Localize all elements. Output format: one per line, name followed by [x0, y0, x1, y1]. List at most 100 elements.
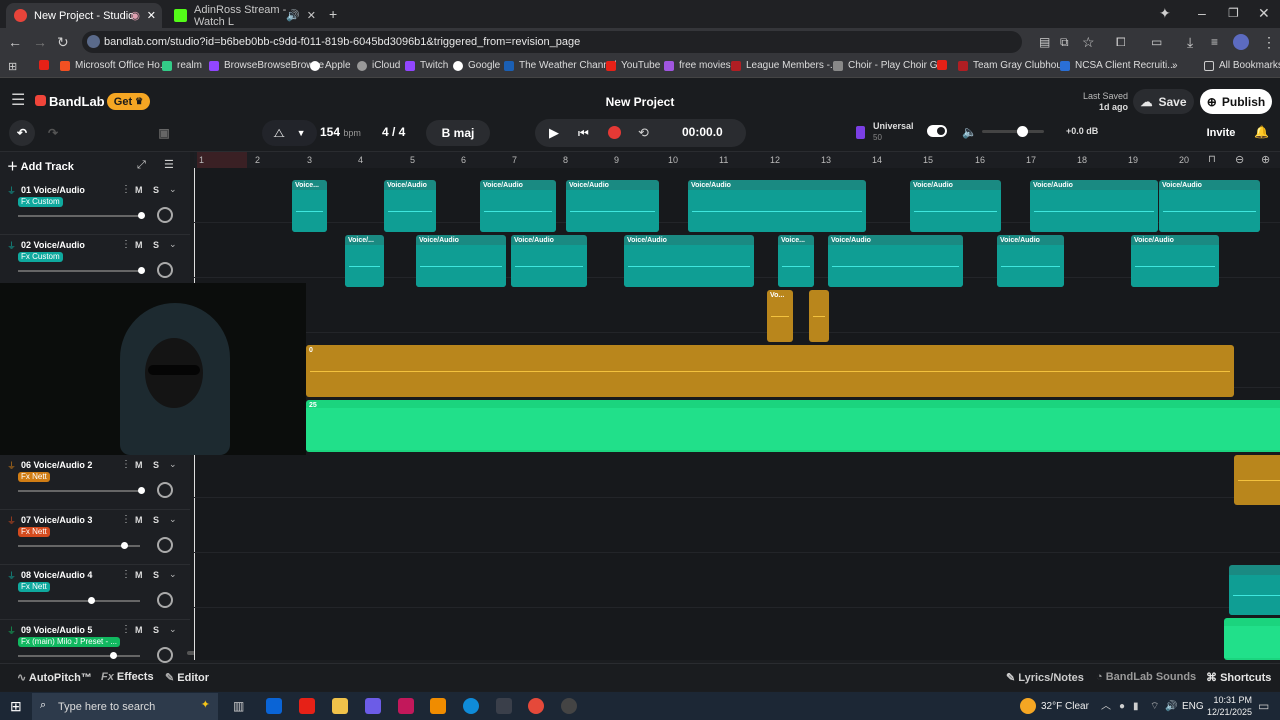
track-options-icon[interactable]: ⋮ [121, 239, 131, 250]
menu-dots-icon[interactable]: ⋮ [1262, 35, 1276, 49]
store-icon[interactable] [496, 698, 512, 714]
fx-badge[interactable]: Fx Nett [18, 527, 50, 537]
more-bookmarks-icon[interactable]: » [1172, 60, 1178, 71]
track-options-icon[interactable]: ⋮ [121, 569, 131, 580]
mute-button[interactable]: M [135, 625, 143, 635]
volume-icon[interactable]: 🔊 [1165, 700, 1177, 714]
zoom-fit-icon[interactable]: ⊓ [1208, 154, 1216, 165]
track-options-icon[interactable]: ⋮ [121, 184, 131, 195]
track-options-icon[interactable]: ⋮ [121, 514, 131, 525]
office-app-icon[interactable] [398, 698, 414, 714]
track-name[interactable]: 07 Voice/Audio 3 [21, 515, 92, 525]
forward-icon[interactable]: → [33, 35, 47, 49]
get-button[interactable]: Get ♛ [107, 93, 150, 110]
bookmark-item[interactable]: Twitch [405, 60, 448, 71]
fx-badge[interactable]: Fx Nett [18, 472, 50, 482]
url-bar[interactable]: bandlab.com/studio?id=b6beb0bb-c9dd-f011… [82, 31, 1022, 53]
download-icon[interactable]: ⤓ [1187, 35, 1193, 49]
camera-icon[interactable]: ▮ [1133, 700, 1139, 714]
pan-knob[interactable] [157, 262, 173, 278]
editor-button[interactable]: ✎ Editor [165, 671, 209, 684]
tray-chevron-icon[interactable]: ︿ [1101, 700, 1111, 714]
app-icon[interactable] [561, 698, 577, 714]
slider-knob[interactable] [121, 542, 128, 549]
audio-clip[interactable]: Voice... [778, 235, 814, 287]
audio-clip[interactable] [1224, 618, 1280, 660]
edge-icon[interactable] [463, 698, 479, 714]
track-name[interactable]: 02 Voice/Audio [21, 240, 85, 250]
track-name[interactable]: 06 Voice/Audio 2 [21, 460, 92, 470]
audio-clip[interactable]: Voice/Audio [828, 235, 963, 287]
bookmark-item[interactable]: free movies [664, 60, 731, 71]
mute-button[interactable]: M [135, 515, 143, 525]
audio-clip[interactable]: 25 [306, 400, 1280, 452]
windows-start-icon[interactable]: ⊞ [10, 699, 22, 713]
audio-clip[interactable]: 0 [306, 345, 1234, 397]
bookmark-item[interactable]: Apple [310, 60, 351, 71]
slider-knob[interactable] [110, 652, 117, 659]
youtube-app-icon[interactable] [299, 698, 315, 714]
mute-button[interactable]: M [135, 460, 143, 470]
add-track-button[interactable]: ＋ Add Track [7, 158, 74, 174]
audio-clip[interactable]: Voice/Audio [384, 180, 436, 232]
audio-clip[interactable]: Voice/Audio [1131, 235, 1219, 287]
vlc-icon[interactable] [430, 698, 446, 714]
new-tab-icon[interactable]: + [329, 7, 337, 21]
tab-studio[interactable]: New Project - Studio ◉ ✕ [6, 3, 162, 28]
loop-icon[interactable]: ⟲ [638, 126, 649, 140]
mute-speaker-icon[interactable]: 🔈 [962, 125, 977, 139]
solo-button[interactable]: S [153, 240, 159, 250]
track-volume-slider[interactable] [18, 487, 145, 494]
track-lane[interactable] [194, 553, 1280, 608]
maximize-icon[interactable]: ❐ [1228, 6, 1239, 20]
track-settings-icon[interactable]: ☰ [164, 158, 174, 172]
wifi-icon[interactable]: ⌔ [1150, 700, 1159, 714]
tab-adinross[interactable]: AdinRoss Stream - Watch L 🔊 ✕ [166, 3, 322, 28]
track-volume-slider[interactable] [18, 267, 145, 274]
track-volume-slider[interactable] [18, 542, 140, 549]
file-explorer-icon[interactable] [332, 698, 348, 714]
outlook-icon[interactable] [266, 698, 282, 714]
key-selector[interactable]: B maj [426, 120, 490, 146]
chevron-down-icon[interactable]: ⌄ [169, 239, 177, 250]
bookmark-item[interactable]: YouTube [606, 60, 660, 71]
media-controls-icon[interactable]: ≡ [1211, 35, 1218, 49]
timeline-ruler[interactable]: 1 2 3 4 5 6 7 8 9 10 11 12 13 14 15 16 17 18 19 20 ⊓ ⊖ ⊕ [194, 152, 1280, 168]
bookmark-item[interactable]: realm [162, 60, 202, 71]
hamburger-menu-icon[interactable]: ☰ [11, 93, 25, 109]
pan-knob[interactable] [157, 592, 173, 608]
track-header[interactable]: ⏚ 02 Voice/Audio ⋮ M S ⌄ Fx Custom [0, 235, 190, 290]
install-icon[interactable]: ⧉ [1060, 35, 1069, 49]
bpm-control[interactable]: 154 bpm [320, 125, 361, 139]
task-view-icon[interactable]: ▥ [233, 699, 244, 713]
bookmark-item[interactable]: The Weather Channel [504, 60, 617, 71]
notification-icon[interactable]: ▭ [1258, 699, 1269, 713]
track-name[interactable]: 01 Voice/Audio [21, 185, 85, 195]
loop-region[interactable] [197, 152, 247, 168]
pan-knob[interactable] [157, 647, 173, 663]
bookmark-item[interactable]: Team Gray Clubhou... [958, 60, 1070, 71]
mic-icon[interactable]: ● [1119, 700, 1125, 714]
zoom-in-icon[interactable]: ⊕ [1261, 153, 1270, 166]
chevron-down-icon[interactable]: ⌄ [169, 184, 177, 195]
audio-clip[interactable]: Voice/Audio [624, 235, 754, 287]
skip-back-icon[interactable]: ⏮ [578, 126, 589, 140]
audio-clip[interactable]: Voice/Audio [416, 235, 506, 287]
shortcuts-button[interactable]: ⌘ Shortcuts [1206, 671, 1271, 684]
brand-name[interactable]: BandLab [49, 94, 105, 109]
taskbar-search[interactable]: ⌕ Type here to search ✦ [32, 693, 218, 720]
fx-badge[interactable]: Fx Nett [18, 582, 50, 592]
slider-knob[interactable] [138, 212, 145, 219]
pan-knob[interactable] [157, 537, 173, 553]
track-lane[interactable] [194, 608, 1280, 660]
chrome-icon[interactable] [528, 698, 544, 714]
mute-button[interactable]: M [135, 185, 143, 195]
audio-clip[interactable]: Voice/Audio [511, 235, 587, 287]
slider-knob[interactable] [88, 597, 95, 604]
bell-icon[interactable]: 🔔 [1254, 125, 1269, 139]
time-signature[interactable]: 4 / 4 [382, 125, 405, 139]
bookmark-item[interactable]: Microsoft Office Ho... [60, 60, 168, 71]
audio-clip[interactable]: Voice/Audio [688, 180, 866, 232]
audio-clip[interactable]: Vo... [767, 290, 793, 342]
window-close-icon[interactable]: ✕ [1258, 6, 1270, 20]
